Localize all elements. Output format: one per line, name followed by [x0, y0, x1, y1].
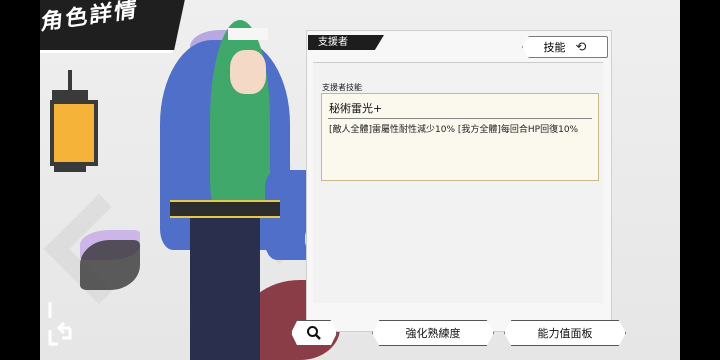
swap-icon: ⟲ [575, 39, 587, 55]
enhance-proficiency-button[interactable]: 強化熟練度 [372, 320, 494, 346]
character-face [230, 50, 266, 94]
search-button[interactable] [291, 320, 337, 346]
page-title: 角色詳情 [40, 0, 140, 36]
search-icon [307, 326, 321, 340]
enhance-proficiency-label: 強化熟練度 [405, 327, 461, 340]
back-button[interactable] [48, 300, 80, 346]
skill-name: 秘術雷光+ [329, 102, 383, 115]
skill-toggle-button[interactable]: 技能 ⟲ [522, 36, 608, 58]
skill-box: 秘術雷光+ [敵人全體]雷屬性耐性減少10% [我方全體]每回合HP回復10% [321, 93, 599, 181]
dark-wing-decoration [80, 240, 140, 290]
skill-section-label: 支援者技能 [322, 83, 362, 92]
skill-divider [328, 118, 592, 119]
character-headband [228, 28, 268, 40]
stats-panel-button[interactable]: 能力值面板 [504, 320, 626, 346]
title-badge: 角色詳情 [40, 0, 187, 53]
skill-button-label: 技能 [543, 41, 566, 54]
character-legs [190, 210, 260, 360]
stats-panel-label: 能力值面板 [537, 327, 593, 340]
back-icon [48, 302, 72, 346]
lantern-icon [44, 70, 104, 190]
support-tab[interactable]: 支援者 [308, 35, 384, 50]
character-belt [170, 200, 280, 218]
skill-description: [敵人全體]雷屬性耐性減少10% [我方全體]每回合HP回復10% [329, 125, 579, 135]
